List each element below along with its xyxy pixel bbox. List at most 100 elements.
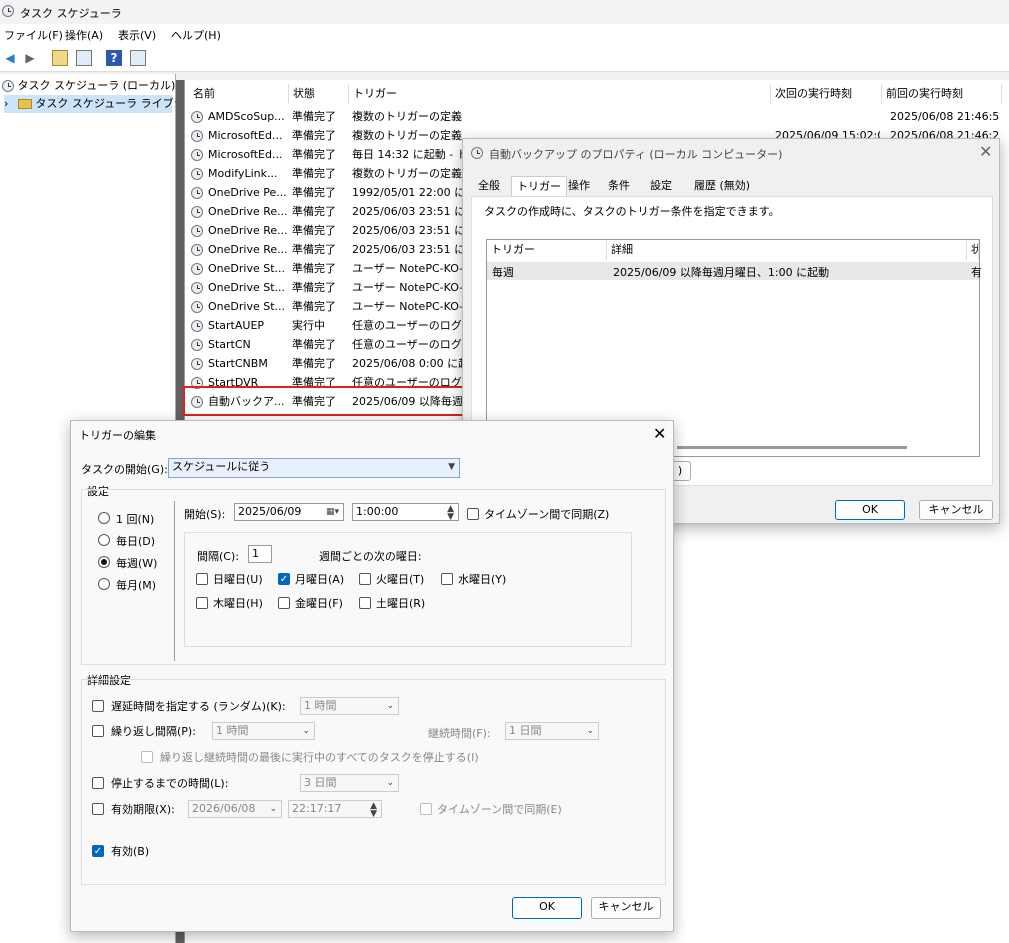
- task-name: StartAUEP: [208, 319, 265, 332]
- folder-up-icon[interactable]: [52, 50, 68, 66]
- column-header-next-run[interactable]: 次回の実行時刻: [771, 84, 882, 104]
- expire-time-spinner[interactable]: 22:17:17 ▲ ▼: [288, 800, 382, 819]
- task-trigger: ユーザー NotePC-KO-L: [352, 300, 462, 313]
- column-header-state[interactable]: 状: [967, 240, 979, 260]
- cancel-button[interactable]: キャンセル: [919, 500, 993, 520]
- radio-daily[interactable]: [98, 534, 110, 546]
- close-icon[interactable]: ✕: [979, 142, 992, 161]
- ok-button[interactable]: OK: [512, 897, 582, 919]
- repeat-select[interactable]: 1 時間 ⌄: [212, 722, 315, 740]
- chevron-down-icon: ⌄: [386, 701, 394, 711]
- cancel-button[interactable]: キャンセル: [591, 897, 661, 919]
- expire-time-value: 22:17:17: [292, 802, 342, 815]
- start-time-spinner[interactable]: 1:00:00 ▲ ▼: [352, 503, 459, 522]
- column-header-last-run[interactable]: 前回の実行時刻: [882, 84, 1002, 104]
- interval-input[interactable]: 1: [248, 545, 272, 563]
- checkbox-monday[interactable]: ✓: [278, 573, 290, 585]
- task-name: OneDrive St...: [208, 300, 286, 313]
- task-name: MicrosoftEd...: [208, 148, 283, 161]
- task-trigger: 複数のトリガーの定義: [352, 110, 462, 123]
- tab-settings[interactable]: 設定: [645, 176, 677, 196]
- column-header-trigger[interactable]: トリガー: [349, 84, 771, 104]
- interval-label: 間隔(C):: [197, 550, 239, 563]
- delay-checkbox[interactable]: [92, 700, 104, 712]
- stop-after-label: 停止するまでの時間(L):: [111, 777, 229, 790]
- spinner-icon[interactable]: ▲ ▼: [370, 802, 377, 819]
- start-date-value: 2025/06/09: [238, 505, 302, 518]
- checkbox-sunday[interactable]: [196, 573, 208, 585]
- task-name: StartCN: [208, 338, 251, 351]
- repeat-checkbox[interactable]: [92, 725, 104, 737]
- radio-monthly[interactable]: [98, 578, 110, 590]
- radio-daily-label: 毎日(D): [116, 535, 156, 548]
- task-status: 準備完了: [292, 224, 336, 237]
- stop-all-checkbox[interactable]: [141, 751, 153, 763]
- menu-file[interactable]: ファイル(F): [4, 27, 63, 43]
- trigger-detail: 2025/06/09 以降毎週月曜日、1:00 に起動: [613, 266, 830, 279]
- duration-select[interactable]: 1 日間 ⌄: [505, 722, 599, 740]
- ok-button[interactable]: OK: [835, 500, 905, 520]
- trigger-state: 有: [971, 266, 982, 279]
- tab-history[interactable]: 履歴 (無効): [689, 176, 755, 196]
- delay-select[interactable]: 1 時間 ⌄: [300, 697, 399, 715]
- menu-help[interactable]: ヘルプ(H): [171, 27, 221, 43]
- toolbar: ◀ ▶ ?: [0, 44, 1009, 72]
- table-row[interactable]: 毎週 2025/06/09 以降毎週月曜日、1:00 に起動 有: [487, 262, 982, 280]
- task-status: 準備完了: [292, 129, 336, 142]
- action-pane-icon[interactable]: [130, 50, 146, 66]
- highlight-box: [183, 386, 466, 416]
- horizontal-scrollbar[interactable]: [677, 446, 907, 449]
- stop-after-checkbox[interactable]: [92, 777, 104, 789]
- radio-once-label: 1 回(N): [116, 513, 155, 526]
- radio-weekly[interactable]: [98, 556, 110, 568]
- task-status: 準備完了: [292, 167, 336, 180]
- start-task-select[interactable]: スケジュールに従う ▼: [168, 458, 460, 478]
- expire-tz-label: タイムゾーン間で同期(E): [437, 803, 562, 816]
- tab-actions[interactable]: 操作: [563, 176, 595, 196]
- task-status: 準備完了: [292, 148, 336, 161]
- task-trigger: 2025/06/03 23:51 に起: [352, 224, 462, 237]
- expire-date-picker[interactable]: 2026/06/08 ⌄: [188, 800, 282, 818]
- expire-checkbox[interactable]: [92, 803, 104, 815]
- task-status: 準備完了: [292, 186, 336, 199]
- show-hide-tree-icon[interactable]: [76, 50, 92, 66]
- enabled-checkbox[interactable]: ✓: [92, 845, 104, 857]
- checkbox-friday[interactable]: [278, 597, 290, 609]
- task-status: 準備完了: [292, 205, 336, 218]
- spinner-icon[interactable]: ▲ ▼: [447, 505, 454, 522]
- column-header-status[interactable]: 状態: [289, 84, 349, 104]
- help-icon[interactable]: ?: [106, 50, 122, 66]
- expire-tz-checkbox[interactable]: [420, 803, 432, 815]
- chevron-right-icon[interactable]: ›: [4, 97, 8, 110]
- stop-after-select[interactable]: 3 日間 ⌄: [300, 774, 399, 792]
- stop-after-value: 3 日間: [304, 776, 337, 789]
- column-header-detail[interactable]: 詳細: [607, 240, 967, 260]
- chevron-down-icon: ⌄: [386, 778, 394, 788]
- table-row[interactable]: AMDScoSup... 準備完了 複数のトリガーの定義 2025/06/08 21:…: [185, 107, 1009, 126]
- forward-arrow-icon[interactable]: ▶: [22, 50, 38, 66]
- start-date-picker[interactable]: 2025/06/09 ▦▾: [234, 503, 344, 521]
- column-header-name[interactable]: 名前: [189, 84, 289, 104]
- checkbox-saturday[interactable]: [359, 597, 371, 609]
- column-header-trigger[interactable]: トリガー: [487, 240, 607, 260]
- back-arrow-icon[interactable]: ◀: [2, 50, 18, 66]
- menu-view[interactable]: 表示(V): [118, 27, 156, 43]
- checkbox-tuesday[interactable]: [359, 573, 371, 585]
- tz-sync-checkbox[interactable]: [467, 508, 479, 520]
- tree-item-library[interactable]: › タスク スケジューラ ライブラリ: [4, 95, 196, 113]
- tree-item-root[interactable]: タスク スケジューラ (ローカル): [2, 77, 175, 95]
- tab-triggers[interactable]: トリガー: [511, 176, 567, 196]
- task-status: 準備完了: [292, 243, 336, 256]
- radio-once[interactable]: [98, 512, 110, 524]
- checkbox-wednesday[interactable]: [441, 573, 453, 585]
- close-icon[interactable]: ✕: [653, 424, 666, 443]
- tab-conditions[interactable]: 条件: [603, 176, 635, 196]
- tab-general[interactable]: 全般: [473, 176, 505, 196]
- checkbox-thursday[interactable]: [196, 597, 208, 609]
- label-thursday: 木曜日(H): [213, 597, 263, 610]
- chevron-down-icon: ⌄: [586, 726, 594, 736]
- task-trigger: 1992/05/01 22:00 に起: [352, 186, 462, 199]
- calendar-dropdown-icon[interactable]: ▦▾: [326, 504, 339, 520]
- task-status: 準備完了: [292, 262, 336, 275]
- menu-action[interactable]: 操作(A): [65, 27, 103, 43]
